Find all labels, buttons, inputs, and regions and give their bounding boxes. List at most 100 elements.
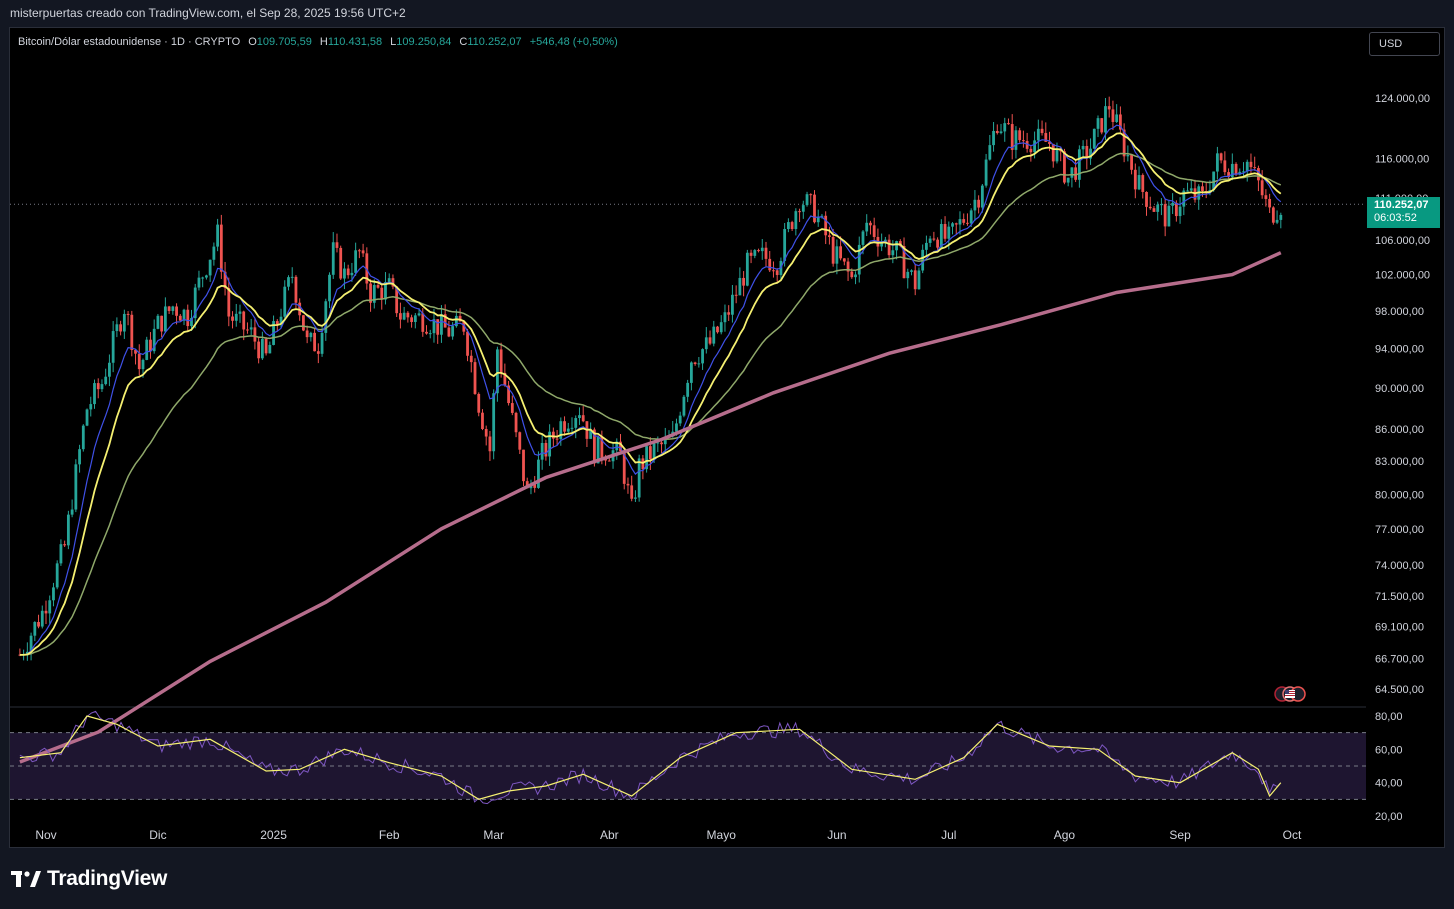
candle-body — [74, 464, 78, 510]
candle-body — [891, 250, 895, 256]
candle-body — [518, 432, 522, 450]
price-axis-label: 83.000,00 — [1375, 456, 1424, 468]
candle-body — [70, 509, 74, 515]
time-axis-label: Nov — [35, 828, 56, 842]
events-flag-icon[interactable] — [1272, 685, 1312, 703]
candle-body — [936, 239, 939, 248]
candle-body — [66, 514, 70, 546]
candle-body — [1215, 153, 1219, 172]
candle-body — [175, 306, 178, 316]
candle-body — [354, 250, 358, 273]
price-chart-svg[interactable]: 124.000,00116.000,00111.000,00106.000,00… — [0, 0, 1454, 909]
price-axis-label: 124.000,00 — [1375, 93, 1430, 105]
candle-body — [283, 286, 287, 317]
candle-body — [895, 241, 898, 251]
candle-body — [249, 327, 253, 330]
candle-body — [969, 210, 973, 224]
candle-body — [1100, 118, 1104, 133]
candle-body — [208, 259, 212, 276]
candle-body — [731, 294, 734, 315]
price-axis-label: 116.000,00 — [1375, 153, 1429, 165]
candle-body — [578, 415, 581, 419]
candle-body — [1081, 145, 1085, 150]
candle-body — [1145, 191, 1148, 207]
candle-body — [630, 485, 634, 499]
candle-body — [835, 246, 839, 264]
candle-body — [1186, 190, 1189, 192]
candle-body — [716, 326, 719, 333]
candle-body — [156, 315, 160, 329]
candle-body — [260, 338, 264, 359]
time-axis-label: Mar — [483, 828, 504, 842]
symbol-title[interactable]: Bitcoin/Dólar estadounidense · 1D · CRYP… — [18, 36, 240, 48]
candle-body — [320, 332, 324, 354]
candle-body — [1174, 202, 1178, 217]
candle-body — [1249, 161, 1253, 168]
candle-body — [1074, 167, 1078, 180]
candle-body — [1163, 204, 1167, 227]
candle-body — [682, 396, 686, 416]
price-axis-label: 102.000,00 — [1375, 270, 1430, 282]
candle-body — [570, 427, 574, 429]
candle-body — [678, 415, 682, 424]
time-axis-label: Sep — [1169, 828, 1191, 842]
candle-body — [48, 600, 52, 614]
price-axis-label: 90.000,00 — [1375, 383, 1424, 395]
candle-body — [81, 425, 85, 450]
candle-body — [421, 313, 425, 332]
candle-body — [648, 446, 652, 460]
candle-body — [1033, 140, 1036, 153]
currency-button[interactable]: USD — [1369, 32, 1440, 56]
candle-body — [160, 315, 164, 332]
rsi-axis-label: 40,00 — [1375, 778, 1403, 790]
candle-body — [257, 341, 261, 359]
time-axis-label: Jul — [941, 828, 956, 842]
candle-body — [399, 313, 402, 320]
candle-body — [167, 306, 171, 311]
candle-body — [1141, 175, 1145, 192]
candle-body — [268, 344, 272, 354]
bar-countdown: 06:03:52 — [1374, 212, 1417, 224]
candle-body — [794, 211, 798, 230]
candle-body — [1279, 214, 1283, 220]
candle-body — [302, 315, 305, 331]
candle-body — [887, 239, 891, 256]
price-axis-label: 98.000,00 — [1375, 306, 1424, 318]
candle-body — [287, 277, 290, 287]
candle-body — [712, 326, 716, 344]
candle-body — [201, 277, 205, 279]
candle-body — [1148, 206, 1152, 209]
candle-body — [331, 242, 335, 275]
candle-body — [466, 331, 469, 356]
candle-body — [305, 330, 309, 338]
candle-body — [757, 250, 760, 252]
time-axis-label: Ago — [1054, 828, 1076, 842]
candle-body — [786, 222, 790, 229]
candle-body — [361, 250, 365, 254]
candle-body — [481, 412, 484, 429]
candle-body — [768, 258, 772, 271]
candle-body — [78, 449, 81, 465]
candle-body — [1133, 169, 1137, 190]
candle-body — [1152, 208, 1156, 212]
candle-body — [540, 442, 544, 460]
candle-body — [40, 610, 44, 627]
time-axis-label: Oct — [1283, 828, 1302, 842]
candle-body — [775, 270, 779, 275]
candle-body — [219, 224, 223, 272]
footer-bar — [0, 849, 1454, 909]
candle-body — [227, 288, 231, 317]
candle-body — [104, 376, 108, 385]
candle-body — [1275, 219, 1279, 223]
candle-body — [44, 610, 48, 614]
candle-body — [477, 393, 481, 413]
ema-long-line — [19, 251, 1282, 764]
candle-body — [264, 338, 268, 354]
candle-body — [1178, 206, 1182, 217]
candle-body — [551, 431, 555, 439]
candle-body — [387, 278, 391, 283]
candle-body — [813, 194, 816, 223]
candle-body — [675, 423, 678, 432]
tradingview-logo[interactable]: TradingView — [11, 867, 167, 891]
candle-body — [652, 443, 656, 460]
